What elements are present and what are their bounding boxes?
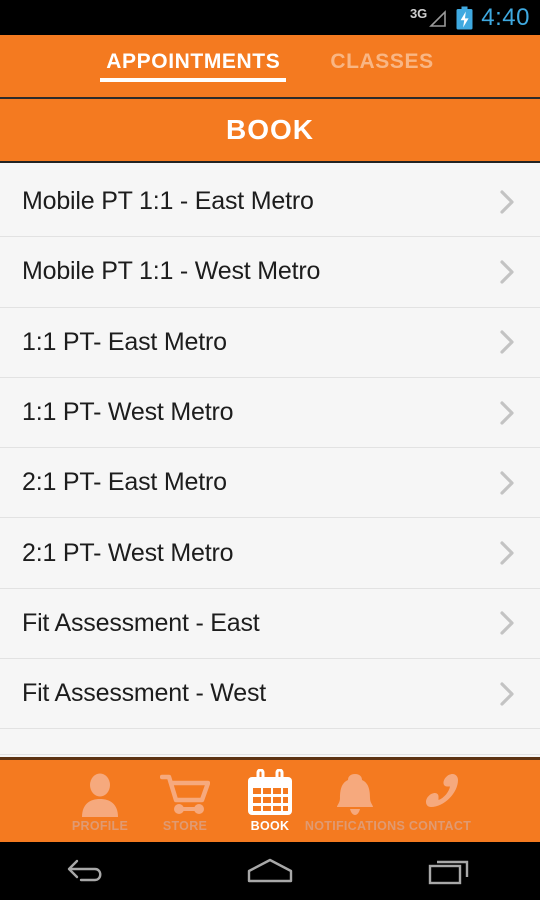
list-item[interactable]: Fit Assessment - East: [0, 588, 540, 660]
chevron-right-icon: [490, 606, 524, 640]
chevron-right-icon: [490, 185, 524, 219]
nav-item-store[interactable]: STORE: [143, 769, 228, 833]
nav-item-store-label: STORE: [162, 819, 208, 833]
chevron-right-icon: [490, 536, 524, 570]
list-item-label: Fit Assessment - West: [22, 679, 267, 708]
chevron-right-icon: [490, 325, 524, 359]
nav-item-book-label: BOOK: [250, 819, 290, 833]
list-item-label: 2:1 PT- East Metro: [22, 468, 227, 497]
network-indicator: 3G: [410, 7, 448, 29]
nav-item-notifications[interactable]: NOTIFICATIONS: [305, 769, 405, 833]
page-title: BOOK: [226, 114, 314, 145]
phone-icon: [417, 769, 463, 817]
recents-icon[interactable]: [410, 851, 490, 891]
chevron-right-icon: [490, 677, 524, 711]
chevron-right-icon: [490, 466, 524, 500]
cart-icon: [160, 769, 210, 817]
list-item[interactable]: Mobile PT 1:1 - West Metro: [0, 237, 540, 308]
tab-appointments[interactable]: APPOINTMENTS: [100, 50, 287, 86]
list-item-label: Mobile PT 1:1 - West Metro: [22, 257, 321, 286]
phone-screen: 3G 4:40 APPOINTMENTS CLASSES BOOK Mobile…: [0, 0, 540, 900]
list-item-label: Mobile PT 1:1 - East Metro: [22, 187, 314, 216]
tab-classes-label: CLASSES: [330, 50, 434, 73]
list-item-label: 2:1 PT- West Metro: [22, 538, 234, 567]
list-item-label: 1:1 PT- East Metro: [22, 327, 227, 356]
back-icon[interactable]: [50, 851, 130, 891]
list-item-partial[interactable]: [0, 729, 540, 756]
battery-charging-icon: [456, 6, 473, 29]
nav-item-profile[interactable]: PROFILE: [58, 769, 143, 833]
appointment-list[interactable]: Mobile PT 1:1 - East Metro Mobile PT 1:1 …: [0, 167, 540, 757]
clock: 4:40: [481, 3, 530, 31]
person-icon: [77, 769, 123, 817]
bottom-nav-bar: PROFILE STORE BOOK NOTIFICATIONS CONTACT: [0, 757, 540, 842]
nav-item-notifications-label: NOTIFICATIONS: [304, 819, 406, 833]
tab-bar: APPOINTMENTS CLASSES: [0, 35, 540, 99]
list-item[interactable]: 2:1 PT- West Metro: [0, 518, 540, 589]
list-item-label: Fit Assessment - East: [22, 608, 260, 637]
bell-icon: [332, 769, 378, 817]
nav-item-book[interactable]: BOOK: [228, 769, 313, 833]
home-icon[interactable]: [230, 851, 310, 891]
nav-item-profile-label: PROFILE: [71, 819, 129, 833]
nav-item-contact[interactable]: CONTACT: [398, 769, 483, 833]
list-item-label: 1:1 PT- West Metro: [22, 398, 234, 427]
list-item[interactable]: 2:1 PT- East Metro: [0, 448, 540, 519]
nav-item-contact-label: CONTACT: [408, 819, 472, 833]
status-bar: 3G 4:40: [0, 0, 540, 35]
list-item[interactable]: 1:1 PT- West Metro: [0, 377, 540, 449]
network-type-label: 3G: [409, 5, 428, 21]
tab-classes[interactable]: CLASSES: [324, 50, 439, 86]
list-item[interactable]: Fit Assessment - West: [0, 659, 540, 730]
page-header: BOOK: [0, 99, 540, 163]
list-item[interactable]: Mobile PT 1:1 - East Metro: [0, 167, 540, 238]
signal-triangle-icon: [429, 9, 447, 27]
chevron-right-icon: [490, 396, 524, 430]
android-navigation-bar: [0, 842, 540, 900]
chevron-right-icon: [490, 255, 524, 289]
calendar-icon: [246, 769, 294, 817]
list-item[interactable]: 1:1 PT- East Metro: [0, 307, 540, 378]
tab-appointments-label: APPOINTMENTS: [106, 50, 281, 73]
